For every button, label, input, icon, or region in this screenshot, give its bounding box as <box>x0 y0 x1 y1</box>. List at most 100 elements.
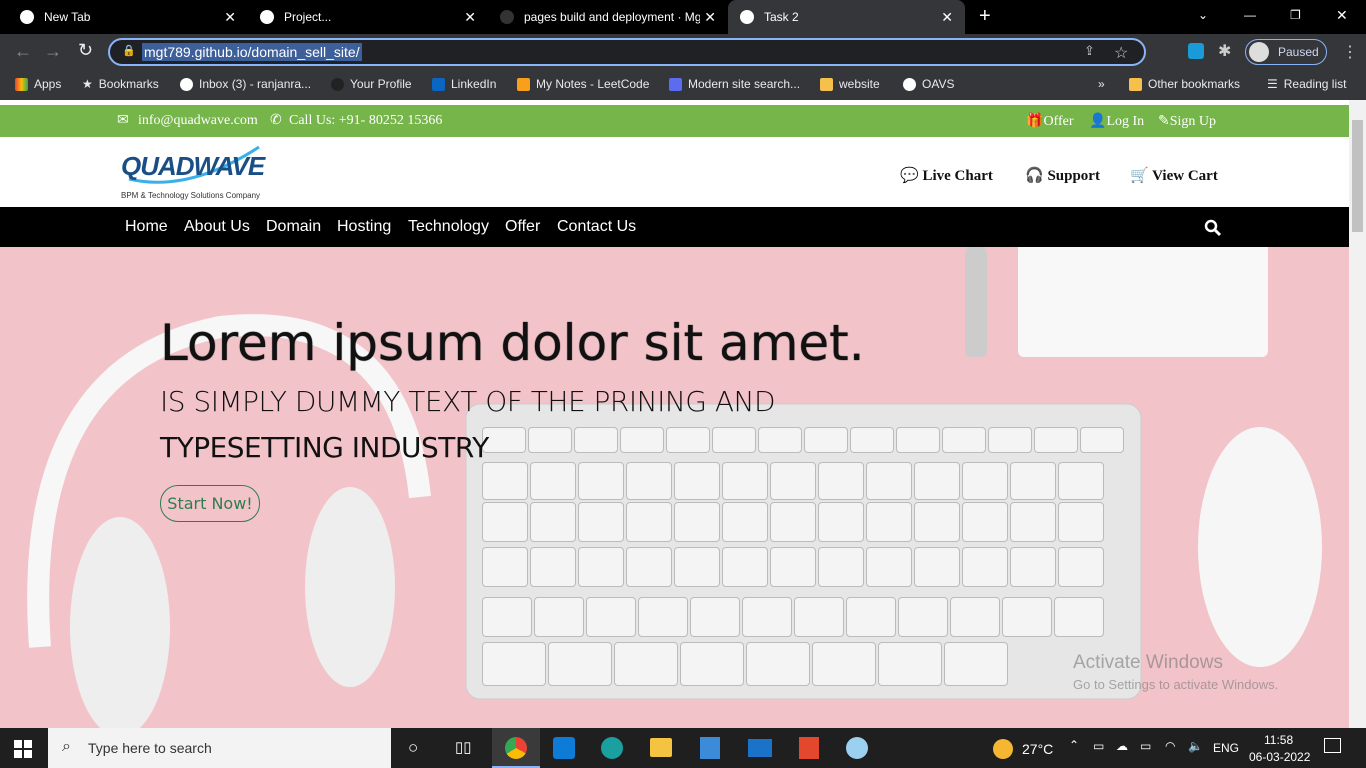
start-now-button[interactable]: Start Now! <box>160 485 260 522</box>
battery-icon[interactable]: ▭ <box>1140 739 1151 753</box>
email-link[interactable]: info@quadwave.com <box>138 113 258 129</box>
keyboard-key <box>638 597 688 637</box>
login-link[interactable]: 👤Log In <box>1089 113 1144 130</box>
keyboard-key <box>722 462 768 500</box>
nav-hosting[interactable]: Hosting <box>337 218 391 236</box>
office-icon[interactable] <box>799 737 819 759</box>
bookmark-star-icon[interactable]: ☆ <box>1114 43 1128 63</box>
view-cart-link[interactable]: 🛒 View Cart <box>1130 166 1218 185</box>
tab-search-icon[interactable]: ⌄ <box>1198 8 1208 22</box>
bookmark-inbox[interactable]: Inbox (3) - ranjanra... <box>180 77 311 91</box>
keyboard-key <box>614 642 678 686</box>
windows-start-icon[interactable] <box>14 740 32 758</box>
support-link[interactable]: 🎧 Support <box>1025 166 1100 185</box>
store-icon[interactable] <box>700 737 720 759</box>
lock-icon: 🔒 <box>122 45 136 57</box>
wifi-icon[interactable]: ◠ <box>1165 739 1175 753</box>
extensions-puzzle-icon[interactable]: ✱ <box>1218 41 1231 61</box>
hero-subtitle-line1: IS SIMPLY DUMMY TEXT OF THE PRINING AND <box>160 385 776 418</box>
forward-button[interactable]: → <box>44 41 62 62</box>
clock-date[interactable]: 06-03-2022 <box>1249 750 1310 764</box>
close-tab-icon[interactable]: ✕ <box>224 9 236 26</box>
search-icon[interactable] <box>1204 219 1222 237</box>
tab-bar: New Tab ✕ Project... ✕ pages build and dep… <box>0 0 1366 34</box>
keyboard-key <box>1034 427 1078 453</box>
bookmark-website[interactable]: website <box>820 77 880 91</box>
nav-about-us[interactable]: About Us <box>184 218 250 236</box>
hero-title: Lorem ipsum dolor sit amet. <box>160 314 865 372</box>
phone-link[interactable]: Call Us: +91- 80252 15366 <box>289 113 442 129</box>
keyboard-key <box>962 502 1008 542</box>
show-hidden-icons[interactable]: ⌃ <box>1069 738 1079 752</box>
share-icon[interactable]: ⇪ <box>1084 43 1095 59</box>
nav-offer[interactable]: Offer <box>505 218 540 236</box>
tab-pages-build[interactable]: pages build and deployment · Mg ✕ <box>488 0 728 34</box>
keyboard-key <box>674 502 720 542</box>
github-icon <box>331 77 344 91</box>
mail-icon[interactable] <box>748 739 772 757</box>
file-explorer-icon[interactable] <box>650 738 672 757</box>
task-view-icon[interactable]: ▯▯ <box>455 738 472 756</box>
tab-new-tab[interactable]: New Tab ✕ <box>8 0 248 34</box>
edge-icon[interactable] <box>601 737 623 759</box>
tab-task-2[interactable]: Task 2 ✕ <box>728 0 965 34</box>
more-bookmarks-button[interactable]: » <box>1098 77 1105 91</box>
bookmark-apps[interactable]: Apps <box>15 77 61 91</box>
close-tab-icon[interactable]: ✕ <box>464 9 476 26</box>
bookmark-modern-site-search[interactable]: Modern site search... <box>669 77 800 91</box>
weather-icon[interactable] <box>993 739 1013 759</box>
taskbar-search-box[interactable]: ⌕ Type here to search <box>48 728 391 768</box>
live-chart-link[interactable]: 💬 Live Chart <box>900 166 993 185</box>
scrollbar-thumb[interactable] <box>1352 120 1363 232</box>
language-indicator[interactable]: ENG <box>1213 741 1239 755</box>
nav-domain[interactable]: Domain <box>266 218 321 236</box>
restore-button[interactable]: ❐ <box>1290 8 1301 22</box>
url-text[interactable]: mgt789.github.io/domain_sell_site/ <box>142 43 362 61</box>
close-tab-icon[interactable]: ✕ <box>700 8 716 26</box>
clock-time[interactable]: 11:58 <box>1264 733 1293 747</box>
extension-icon[interactable] <box>1188 43 1204 59</box>
page-scrollbar[interactable] <box>1349 100 1366 728</box>
paint-icon[interactable] <box>846 737 868 759</box>
profile-button[interactable]: Paused <box>1245 39 1327 65</box>
bookmark-leetcode[interactable]: My Notes - LeetCode <box>517 77 649 91</box>
close-tab-icon[interactable]: ✕ <box>941 9 953 26</box>
back-button[interactable]: ← <box>14 41 32 62</box>
keyboard-key <box>482 597 532 637</box>
keyboard-key <box>866 547 912 587</box>
minimize-button[interactable]: — <box>1244 8 1256 22</box>
close-window-button[interactable]: ✕ <box>1336 7 1348 24</box>
nav-contact-us[interactable]: Contact Us <box>557 218 636 236</box>
signup-link[interactable]: ✎Sign Up <box>1158 113 1216 130</box>
taskbar-chrome[interactable] <box>492 728 540 768</box>
cortana-icon[interactable]: ○ <box>408 738 418 758</box>
keyboard-key <box>530 502 576 542</box>
google-icon <box>180 77 193 91</box>
bookmark-linkedin[interactable]: LinkedIn <box>432 77 496 91</box>
keyboard-key <box>626 502 672 542</box>
other-bookmarks[interactable]: Other bookmarks <box>1129 77 1240 91</box>
vscode-icon[interactable] <box>553 737 575 759</box>
bookmark-your-profile[interactable]: Your Profile <box>331 77 412 91</box>
temperature[interactable]: 27°C <box>1022 741 1053 757</box>
bookmark-bookmarks[interactable]: ★ Bookmarks <box>82 77 159 91</box>
logo[interactable]: QUADWAVE BPM & Technology Solutions Comp… <box>119 143 269 203</box>
keyboard-key <box>548 642 612 686</box>
new-tab-button[interactable]: + <box>979 5 991 28</box>
volume-icon[interactable]: 🔈 <box>1188 739 1203 753</box>
notifications-icon[interactable] <box>1324 738 1341 753</box>
meet-now-icon[interactable]: ▭ <box>1093 739 1104 753</box>
keyboard-key <box>804 427 848 453</box>
nav-technology[interactable]: Technology <box>408 218 489 236</box>
bookmark-oavs[interactable]: OAVS <box>903 77 954 91</box>
offer-link[interactable]: 🎁Offer <box>1026 113 1074 130</box>
tab-project[interactable]: Project... ✕ <box>248 0 488 34</box>
globe-icon <box>260 10 274 24</box>
reading-list[interactable]: ☰ Reading list <box>1267 77 1346 91</box>
reload-button[interactable]: ↻ <box>78 40 93 61</box>
menu-icon[interactable]: ⋮ <box>1342 42 1358 62</box>
onedrive-icon[interactable]: ☁ <box>1116 739 1128 753</box>
nav-home[interactable]: Home <box>125 218 168 236</box>
leetcode-icon <box>517 77 530 91</box>
omnibox[interactable]: 🔒 mgt789.github.io/domain_sell_site/ ☆ ⇪ <box>108 38 1146 66</box>
